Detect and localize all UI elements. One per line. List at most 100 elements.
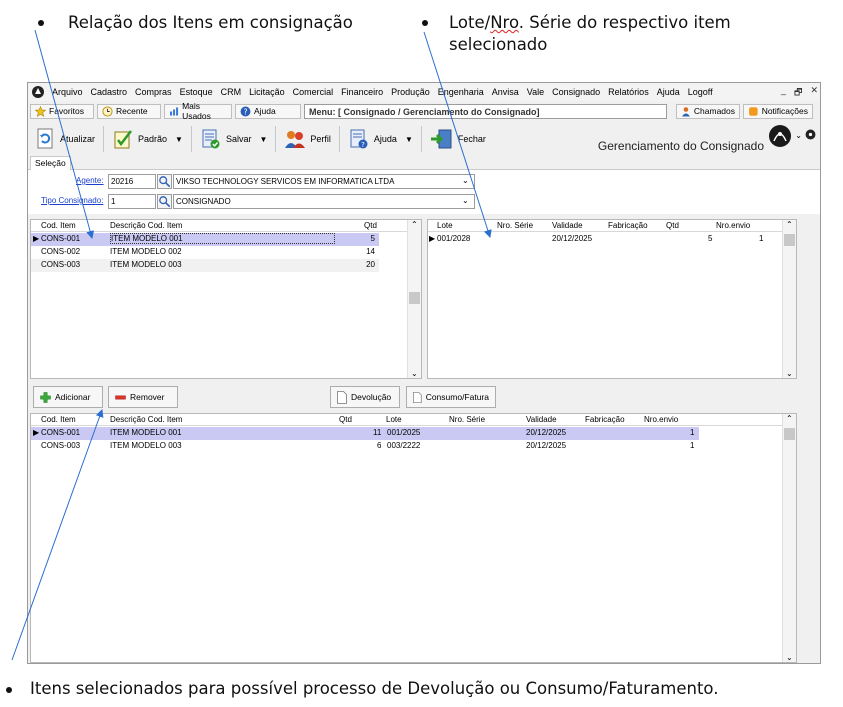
cell-qtd[interactable]: 20: [366, 260, 375, 269]
menu-relatorios[interactable]: Relatórios: [604, 87, 653, 97]
col-lote[interactable]: Lote: [437, 221, 453, 230]
remover-button[interactable]: Remover: [108, 386, 178, 408]
table-row[interactable]: CONS-003 ITEM MODELO 003 6 003/2222 20/1…: [31, 440, 699, 453]
settings-logo-icon[interactable]: [805, 129, 816, 140]
col-validade[interactable]: Validade: [552, 221, 583, 230]
col-fabricacao[interactable]: Fabricação: [585, 415, 625, 424]
scroll-thumb[interactable]: [409, 292, 420, 304]
cell-descricao[interactable]: ITEM MODELO 003: [110, 441, 182, 450]
cell-lote[interactable]: 001/2025: [387, 428, 420, 437]
cell-validade[interactable]: 20/12/2025: [526, 428, 566, 437]
padrao-dropdown-icon[interactable]: ▼: [175, 135, 183, 144]
agente-name-field[interactable]: VIKSO TECHNOLOGY SERVICOS EM INFORMATICA…: [173, 174, 475, 189]
col-nro-serie[interactable]: Nro. Série: [449, 415, 485, 424]
cell-descricao[interactable]: ITEM MODELO 003: [110, 260, 182, 269]
col-descricao[interactable]: Descrição Cod. Item: [110, 221, 182, 230]
scroll-up-icon[interactable]: ⌃: [411, 220, 418, 229]
ajuda-dropdown-icon[interactable]: ▼: [405, 135, 413, 144]
menu-anvisa[interactable]: Anvisa: [488, 87, 523, 97]
menu-arquivo[interactable]: Arquivo: [48, 87, 87, 97]
scroll-down-icon[interactable]: ⌄: [786, 369, 793, 378]
tipo-consignado-label[interactable]: Tipo Consignado:: [41, 196, 103, 205]
selected-grid-scrollbar[interactable]: ⌃ ⌄: [782, 414, 796, 662]
col-fabricacao[interactable]: Fabricação: [608, 221, 648, 230]
atualizar-button[interactable]: Atualizar: [30, 124, 101, 154]
scroll-up-icon[interactable]: ⌃: [786, 220, 793, 229]
table-row[interactable]: ▶ CONS-001 ITEM MODELO 001 5: [31, 233, 379, 246]
padrao-button[interactable]: Padrão ▼: [106, 124, 189, 154]
tipo-code-field[interactable]: 1: [108, 194, 156, 209]
menu-vale[interactable]: Vale: [523, 87, 548, 97]
mais-usados-button[interactable]: Mais Usados: [164, 101, 232, 121]
tipo-search-button[interactable]: [157, 194, 172, 209]
menu-ajuda[interactable]: Ajuda: [653, 87, 684, 97]
col-nro-serie[interactable]: Nro. Série: [497, 221, 533, 230]
adicionar-button[interactable]: Adicionar: [33, 386, 103, 408]
close-button[interactable]: ✕: [810, 85, 818, 101]
cell-descricao[interactable]: ITEM MODELO 001: [110, 233, 335, 244]
user-avatar-icon[interactable]: [768, 124, 792, 148]
favoritos-button[interactable]: Favoritos: [30, 103, 94, 119]
cell-qtd[interactable]: 5: [708, 234, 712, 243]
avatar-chevron-icon[interactable]: ⌄: [795, 131, 802, 140]
scroll-thumb[interactable]: [784, 234, 795, 246]
cell-cod-item[interactable]: CONS-001: [41, 428, 80, 437]
cell-cod-item[interactable]: CONS-002: [41, 247, 80, 256]
menu-engenharia[interactable]: Engenharia: [434, 87, 488, 97]
items-grid-scrollbar[interactable]: ⌃ ⌄: [407, 220, 421, 378]
cell-validade[interactable]: 20/12/2025: [526, 441, 566, 450]
restore-button[interactable]: 🗗: [794, 85, 802, 101]
salvar-dropdown-icon[interactable]: ▼: [259, 135, 267, 144]
chamados-button[interactable]: Chamados: [676, 103, 740, 119]
table-row[interactable]: ▶ CONS-001 ITEM MODELO 001 11 001/2025 2…: [31, 427, 699, 440]
menu-cadastro[interactable]: Cadastro: [87, 87, 132, 97]
menu-estoque[interactable]: Estoque: [176, 87, 217, 97]
consumo-fatura-button[interactable]: Consumo/Fatura: [406, 386, 496, 408]
cell-lote[interactable]: 001/2028: [437, 234, 470, 243]
cell-validade[interactable]: 20/12/2025: [552, 234, 592, 243]
col-qtd[interactable]: Qtd: [666, 221, 679, 230]
recente-button[interactable]: Recente: [97, 103, 161, 119]
fechar-button[interactable]: Fechar: [424, 124, 492, 154]
scroll-down-icon[interactable]: ⌄: [411, 369, 418, 378]
lote-grid-scrollbar[interactable]: ⌃ ⌄: [782, 220, 796, 378]
col-descricao[interactable]: Descrição Cod. Item: [110, 415, 182, 424]
cell-cod-item[interactable]: CONS-001: [41, 234, 80, 243]
scroll-down-icon[interactable]: ⌄: [786, 653, 793, 662]
col-validade[interactable]: Validade: [526, 415, 557, 424]
agente-dropdown-icon[interactable]: ⌄: [462, 176, 469, 185]
cell-qtd[interactable]: 6: [377, 441, 381, 450]
menu-producao[interactable]: Produção: [387, 87, 434, 97]
menu-financeiro[interactable]: Financeiro: [337, 87, 387, 97]
cell-nro-envio[interactable]: 1: [690, 441, 694, 450]
cell-cod-item[interactable]: CONS-003: [41, 260, 80, 269]
agente-search-button[interactable]: [157, 174, 172, 189]
col-qtd[interactable]: Qtd: [339, 415, 352, 424]
cell-nro-envio[interactable]: 1: [690, 428, 694, 437]
tipo-dropdown-icon[interactable]: ⌄: [462, 196, 469, 205]
table-row[interactable]: CONS-003 ITEM MODELO 003 20: [31, 259, 379, 272]
table-row[interactable]: CONS-002 ITEM MODELO 002 14: [31, 246, 379, 259]
cell-descricao[interactable]: ITEM MODELO 001: [110, 428, 182, 437]
col-nro-envio[interactable]: Nro.envio: [644, 415, 678, 424]
scroll-up-icon[interactable]: ⌃: [786, 414, 793, 423]
cell-descricao[interactable]: ITEM MODELO 002: [110, 247, 182, 256]
cell-nro-envio[interactable]: 1: [759, 234, 763, 243]
menu-licitacao[interactable]: Licitação: [245, 87, 289, 97]
agente-code-field[interactable]: 20216: [108, 174, 156, 189]
col-cod-item[interactable]: Cod. Item: [41, 221, 76, 230]
perfil-button[interactable]: Perfil: [278, 124, 337, 154]
cell-cod-item[interactable]: CONS-003: [41, 441, 80, 450]
tab-selecao[interactable]: Seleção: [30, 156, 71, 170]
notificacoes-button[interactable]: Notificações: [743, 103, 813, 119]
cell-qtd[interactable]: 14: [366, 247, 375, 256]
salvar-button[interactable]: Salvar ▼: [194, 124, 273, 154]
scroll-thumb[interactable]: [784, 428, 795, 440]
minimize-button[interactable]: _: [781, 85, 786, 101]
table-row[interactable]: ▶ 001/2028 20/12/2025 5 1: [428, 233, 768, 246]
agente-label[interactable]: Agente:: [76, 176, 104, 185]
cell-qtd[interactable]: 11: [373, 428, 381, 437]
menu-logoff[interactable]: Logoff: [684, 87, 717, 97]
col-cod-item[interactable]: Cod. Item: [41, 415, 76, 424]
menu-consignado[interactable]: Consignado: [548, 87, 604, 97]
